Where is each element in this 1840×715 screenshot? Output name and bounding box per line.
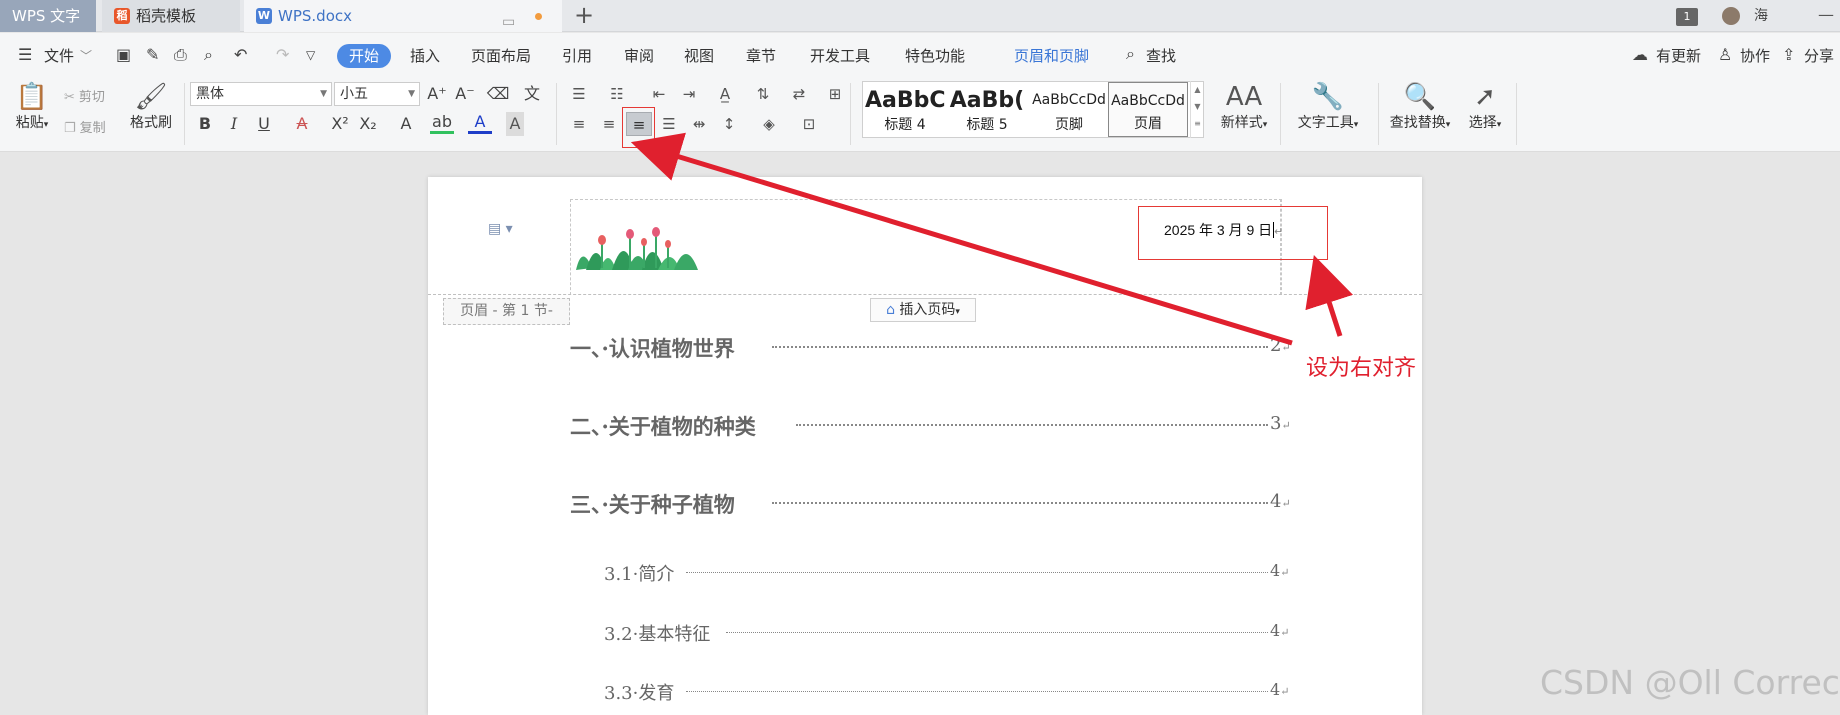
annotation-label: 设为右对齐 [1306, 356, 1417, 381]
watermark: CSDN @Oll Correct [1540, 663, 1840, 702]
arrow-to-align-button [630, 132, 1293, 346]
arrow-to-date [1305, 254, 1354, 337]
annotation-arrows [630, 132, 1354, 346]
